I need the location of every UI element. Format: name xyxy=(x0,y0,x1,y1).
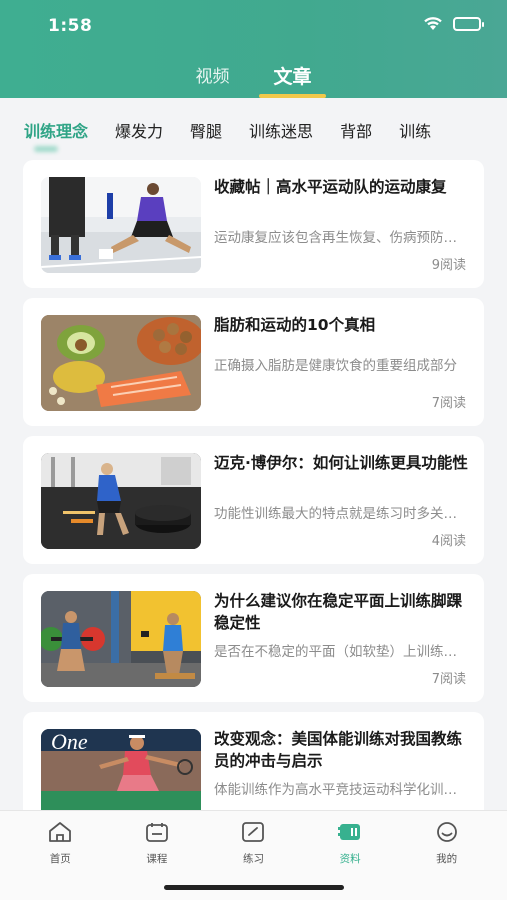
nav-library-label: 资料 xyxy=(339,853,361,865)
article-thumbnail xyxy=(41,177,201,273)
article-summary: 功能性训练最大的特点就是练习时多关节参与 xyxy=(214,506,468,522)
status-icons xyxy=(423,16,484,31)
category-glutes-legs[interactable]: 臀腿 xyxy=(190,118,222,142)
tab-articles[interactable]: 文章 xyxy=(259,60,326,99)
category-training-myths[interactable]: 训练迷思 xyxy=(249,118,313,142)
article-thumbnail xyxy=(41,315,201,411)
article-summary: 是否在不稳定的平面（如软垫）上训练脚踝 xyxy=(214,644,468,660)
read-count: 7阅读 xyxy=(431,672,466,687)
nav-profile-label: 我的 xyxy=(436,853,458,865)
category-training-concept[interactable]: 训练理念 xyxy=(24,118,88,142)
profile-icon xyxy=(434,821,460,847)
tab-video[interactable]: 视频 xyxy=(191,60,233,99)
article-card[interactable]: 迈克·博伊尔：如何让训练更具功能性 功能性训练最大的特点就是练习时多关节参与 4… xyxy=(23,436,484,564)
article-list: 收藏帖｜高水平运动队的运动康复 运动康复应该包含再生恢复、伤病预防与处理 9阅读 xyxy=(23,160,484,850)
nav-home[interactable]: 首页 xyxy=(20,821,100,866)
status-time: 1:58 xyxy=(48,16,93,36)
article-summary: 运动康复应该包含再生恢复、伤病预防与处理 xyxy=(214,230,468,246)
wifi-icon xyxy=(423,16,443,31)
nav-course[interactable]: 课程 xyxy=(117,821,197,866)
library-icon xyxy=(337,821,363,847)
app-header: 1:58 视频 文章 xyxy=(0,0,507,98)
banner-text: One xyxy=(51,729,88,754)
article-thumbnail xyxy=(41,453,201,549)
article-title: 脂肪和运动的10个真相 xyxy=(214,316,376,334)
read-count: 9阅读 xyxy=(431,258,466,273)
article-title: 改变观念：美国体能训练对我国教练员的冲击与启示 xyxy=(214,730,463,770)
top-tabs: 视频 文章 xyxy=(0,60,507,99)
nav-practice-label: 练习 xyxy=(242,853,264,865)
category-back[interactable]: 背部 xyxy=(340,118,372,142)
article-title: 为什么建议你在稳定平面上训练脚踝稳定性 xyxy=(214,592,463,632)
nav-profile[interactable]: 我的 xyxy=(407,821,487,866)
read-count: 7阅读 xyxy=(431,396,466,411)
nav-practice[interactable]: 练习 xyxy=(213,821,293,866)
article-summary: 正确摄入脂肪是健康饮食的重要组成部分 xyxy=(214,358,457,374)
category-training-partial[interactable]: 训练 xyxy=(399,118,431,142)
practice-icon xyxy=(240,821,266,847)
article-summary: 体能训练作为高水平竞技运动科学化训练的重要组成 xyxy=(214,782,468,798)
category-track: 训练理念 爆发力 臀腿 训练迷思 背部 训练 xyxy=(24,118,431,142)
article-card[interactable]: 收藏帖｜高水平运动队的运动康复 运动康复应该包含再生恢复、伤病预防与处理 9阅读 xyxy=(23,160,484,288)
nav-course-label: 课程 xyxy=(146,853,168,865)
article-title: 迈克·博伊尔：如何让训练更具功能性 xyxy=(214,454,468,472)
nav-home-label: 首页 xyxy=(49,853,71,865)
article-thumbnail xyxy=(41,591,201,687)
home-indicator xyxy=(164,885,344,890)
battery-icon xyxy=(453,16,484,31)
category-explosive-power[interactable]: 爆发力 xyxy=(115,118,163,142)
read-count: 4阅读 xyxy=(431,534,466,549)
home-icon xyxy=(47,821,73,847)
article-title: 收藏帖｜高水平运动队的运动康复 xyxy=(214,178,447,196)
article-card[interactable]: 为什么建议你在稳定平面上训练脚踝稳定性 是否在不稳定的平面（如软垫）上训练脚踝 … xyxy=(23,574,484,702)
calendar-icon xyxy=(144,821,170,847)
nav-library[interactable]: 资料 xyxy=(310,821,390,866)
category-bar: 训练理念 爆发力 臀腿 训练迷思 背部 训练 xyxy=(0,98,507,162)
article-card[interactable]: 脂肪和运动的10个真相 正确摄入脂肪是健康饮食的重要组成部分 7阅读 xyxy=(23,298,484,426)
